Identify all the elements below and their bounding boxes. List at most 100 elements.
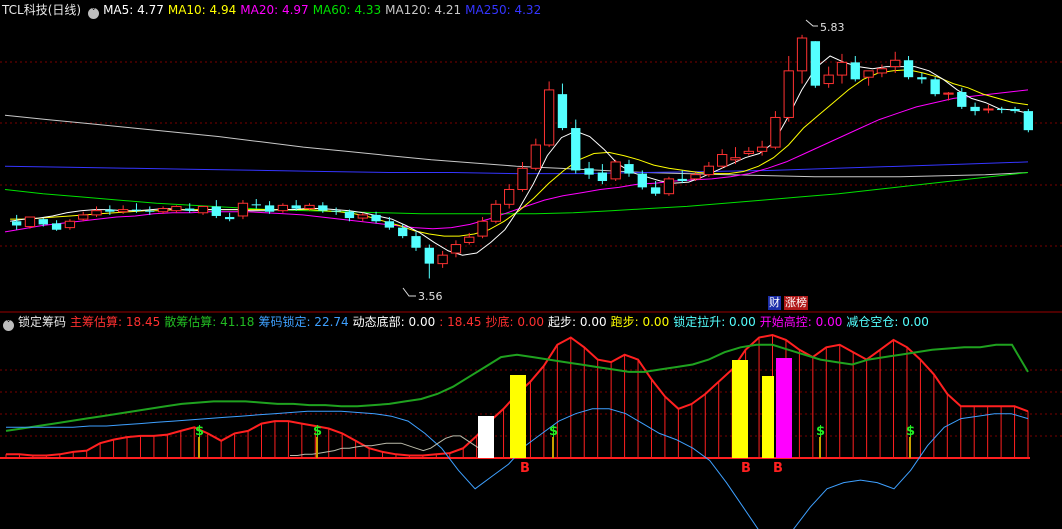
candle-body <box>251 204 261 206</box>
buy-mark: B <box>520 461 530 476</box>
candle-body <box>117 209 129 213</box>
candle <box>224 212 235 222</box>
indicator-legend-item-3: 动态底部: 0.00 <box>352 315 436 329</box>
candle-body <box>650 187 661 194</box>
indicator-title[interactable]: 锁定筹码 <box>18 315 66 329</box>
sell-mark: $ <box>195 424 204 439</box>
sell-mark: $ <box>816 424 825 439</box>
candle-body <box>957 92 967 107</box>
candle <box>197 205 209 215</box>
low-label: 3.56 <box>418 290 443 303</box>
candle <box>51 220 62 231</box>
candle <box>504 184 515 209</box>
candle-body <box>983 108 994 111</box>
rank-badge[interactable]: 涨榜 <box>784 296 808 310</box>
candle <box>331 207 341 215</box>
stock-title[interactable]: TCL科技(日线) <box>2 3 81 17</box>
chevron-down-icon[interactable]: ˅ <box>3 320 14 331</box>
yellow-block <box>762 376 774 458</box>
candle-body <box>850 62 860 80</box>
candle-body <box>703 165 715 176</box>
candle-body <box>38 219 48 225</box>
candle <box>717 149 728 169</box>
candle <box>970 102 980 116</box>
candle <box>1023 108 1034 133</box>
candle <box>730 147 741 165</box>
ma-lines <box>4 55 1029 256</box>
ma-legend-item-1: MA10: 4.94 <box>167 3 237 17</box>
candle <box>490 200 502 224</box>
candle-body <box>64 220 76 229</box>
candle-body <box>917 77 927 80</box>
ma60-line <box>4 172 1029 215</box>
chevron-down-icon[interactable]: ˅ <box>88 8 100 19</box>
candle <box>91 206 102 218</box>
candle-body <box>504 188 515 205</box>
candle-body <box>331 210 341 212</box>
candle <box>357 212 368 222</box>
indicator-legend-item-2: 筹码锁定: 22.74 <box>258 315 349 329</box>
candle <box>171 205 182 213</box>
candle-body <box>677 178 687 182</box>
candle <box>823 66 834 88</box>
candle <box>983 104 994 114</box>
candle <box>637 170 647 190</box>
indicator-legend-item-5: 抄底: 0.00 <box>485 315 545 329</box>
app-window: $ $ $ $ $ B B B 5.83 3.56 TCL科技(日线) ˅ MA5: 4.77 MA… <box>0 0 1062 529</box>
candle <box>917 72 927 84</box>
candle-body <box>624 164 634 174</box>
buy-mark: B <box>773 461 783 476</box>
candles[interactable] <box>11 34 1034 279</box>
candle-body <box>78 214 89 220</box>
low-pointer <box>402 287 416 297</box>
candle <box>237 200 249 220</box>
candle-body <box>690 174 701 180</box>
candle-body <box>756 146 768 152</box>
candle-body <box>730 157 741 161</box>
candle-body <box>597 172 608 182</box>
buy-mark: B <box>741 461 751 476</box>
candle-body <box>237 202 249 217</box>
white-block <box>478 416 494 458</box>
low-annotation: 3.56 <box>402 287 443 303</box>
candle-body <box>437 254 448 265</box>
candle-body <box>890 59 901 68</box>
candle-body <box>943 92 954 95</box>
candle-body <box>637 173 647 188</box>
candle-body <box>584 168 594 175</box>
candle-body <box>930 79 940 95</box>
candle-body <box>530 144 541 169</box>
indicator-layer <box>0 333 1030 529</box>
main-panel-header: TCL科技(日线) ˅ MA5: 4.77 MA10: 4.94 MA20: 4.97 M… <box>0 1 1062 19</box>
indicator-panel-header: ˅ 锁定筹码 主筹估算: 18.45 散筹估算: 41.18 筹码锁定: 22.74 动态… <box>0 313 1062 331</box>
candle <box>11 214 22 230</box>
candle-body <box>464 236 475 243</box>
candle-body <box>145 210 155 212</box>
ma-legend-item-3: MA60: 4.33 <box>312 3 382 17</box>
candle-body <box>490 203 502 222</box>
indicator-legend-item-4: : 18.45 <box>439 315 482 329</box>
yellow-block <box>510 375 526 458</box>
candle-body <box>743 150 754 154</box>
news-badge[interactable]: 财 <box>768 296 781 310</box>
candle-body <box>211 206 221 216</box>
candle-body <box>770 116 781 148</box>
candle-body <box>371 214 381 222</box>
candle-body <box>863 70 874 78</box>
candle-body <box>717 154 728 167</box>
candle-body <box>571 128 581 171</box>
candle <box>1010 106 1020 114</box>
candle-body <box>51 223 62 230</box>
candle <box>251 199 261 209</box>
chart-canvas[interactable]: $ $ $ $ $ B B B 5.83 3.56 <box>0 0 1062 529</box>
candle-body <box>783 70 794 118</box>
candle <box>663 176 675 196</box>
candle-body <box>224 217 235 220</box>
candle-body <box>517 167 528 190</box>
candle-body <box>304 204 315 210</box>
candle <box>743 147 754 156</box>
candle-body <box>970 106 980 112</box>
candle <box>810 41 821 88</box>
candle <box>584 161 594 179</box>
candle-body <box>477 220 488 237</box>
